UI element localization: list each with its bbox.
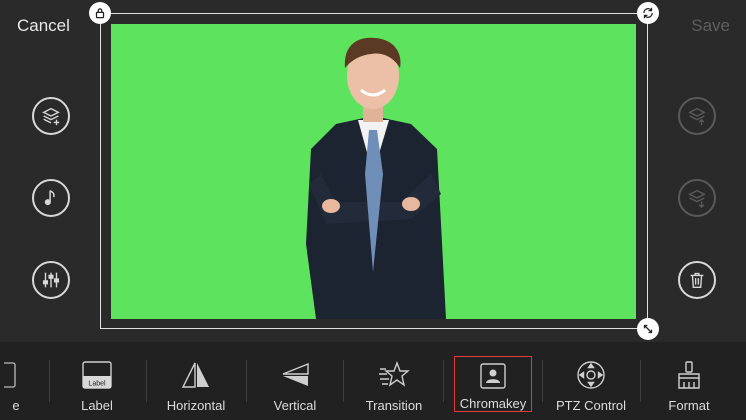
resize-arrows-icon [643, 324, 653, 334]
layer-up-button[interactable] [678, 97, 716, 135]
music-note-icon [44, 190, 55, 206]
format-brush-icon [678, 361, 700, 389]
flip-vertical-icon [282, 362, 309, 386]
resize-handle[interactable] [637, 318, 659, 340]
tool-label[interactable]: Label Label [62, 342, 132, 420]
divider [443, 360, 444, 402]
tool-horizontal[interactable]: Horizontal [158, 342, 234, 420]
bottom-toolbar: e Label Label Horizontal Vertical Transi… [0, 342, 746, 420]
transition-star-icon [379, 361, 410, 387]
music-button[interactable] [32, 179, 70, 217]
tool-ptz-control[interactable]: PTZ Control [552, 342, 630, 420]
divider [343, 360, 344, 402]
tool-ptz-control-label: PTZ Control [555, 398, 627, 413]
save-button[interactable]: Save [691, 16, 730, 36]
layer-up-icon [688, 107, 706, 126]
flip-horizontal-icon [181, 362, 209, 388]
divider [146, 360, 147, 402]
rotate-handle[interactable] [637, 2, 659, 24]
label-icon: Label [82, 361, 112, 389]
audio-mixer-icon [42, 272, 60, 288]
tool-chromakey[interactable]: Chromakey [454, 356, 532, 412]
add-layer-button[interactable] [32, 97, 70, 135]
tool-horizontal-label: Horizontal [166, 398, 226, 413]
ptz-control-icon [577, 361, 605, 389]
tool-chromakey-label: Chromakey [459, 396, 527, 411]
chromakey-video-layer[interactable] [111, 24, 636, 319]
delete-button[interactable] [678, 261, 716, 299]
lock-aspect-handle[interactable] [89, 2, 111, 24]
divider [542, 360, 543, 402]
toolbar-item-partial[interactable]: e [0, 342, 22, 420]
tool-vertical[interactable]: Vertical [260, 342, 330, 420]
divider [640, 360, 641, 402]
layer-down-icon [688, 189, 706, 209]
tool-transition-label: Transition [365, 398, 423, 413]
cancel-button[interactable]: Cancel [17, 16, 70, 36]
add-layer-icon [42, 107, 60, 126]
rotate-icon [643, 7, 653, 19]
tool-format-label: Format [668, 398, 710, 413]
tool-label-text: Label [81, 398, 113, 413]
divider [246, 360, 247, 402]
chromakey-icon [480, 362, 506, 389]
lock-icon [95, 8, 105, 19]
tool-vertical-label: Vertical [273, 398, 317, 413]
layer-down-button[interactable] [678, 179, 716, 217]
tool-transition[interactable]: Transition [356, 342, 432, 420]
tool-format[interactable]: Format [655, 342, 723, 420]
svg-text:Label: Label [88, 381, 106, 388]
audio-mixer-button[interactable] [32, 261, 70, 299]
divider [49, 360, 50, 402]
person-in-suit-image [306, 37, 446, 319]
trash-icon [690, 272, 704, 289]
partial-tool-icon [4, 362, 16, 388]
